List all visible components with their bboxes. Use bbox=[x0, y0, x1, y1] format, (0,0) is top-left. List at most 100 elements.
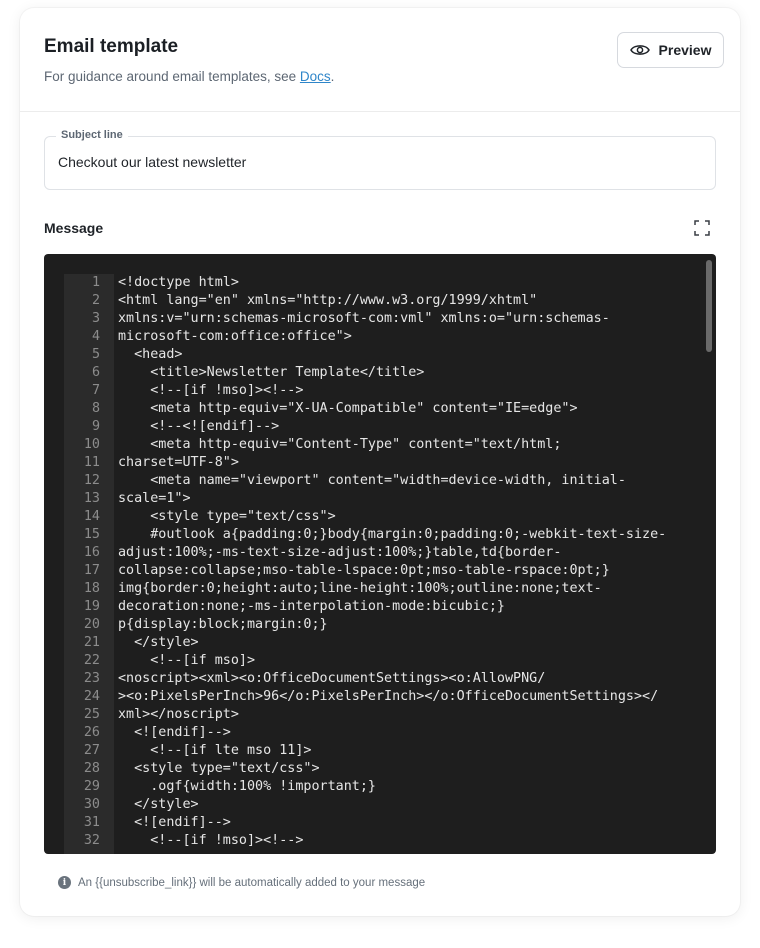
code-line: 8 <meta http-equiv="X-UA-Compatible" con… bbox=[64, 400, 692, 418]
subject-line-label: Subject line bbox=[56, 129, 128, 141]
code-text: <![endif]--> bbox=[118, 725, 231, 740]
line-number: 12 bbox=[83, 473, 100, 488]
line-number: 13 bbox=[83, 491, 100, 506]
preview-label: Preview bbox=[658, 42, 712, 58]
code-line: 3 xmlns:v="urn:schemas-microsoft-com:vml"… bbox=[64, 310, 692, 328]
eye-icon bbox=[629, 45, 650, 55]
code-line: 2 <html lang="en" xmlns="http://www.w3.or… bbox=[64, 292, 692, 310]
line-number: 5 bbox=[91, 347, 100, 362]
code-text: <!--<![endif]--> bbox=[118, 419, 280, 434]
editor-scrollbar[interactable] bbox=[706, 260, 712, 848]
code-text: #outlook a{padding:0;}body{margin:0;padd… bbox=[118, 527, 667, 542]
email-template-card: Email template For guidance around email… bbox=[20, 8, 740, 916]
code-line: 28 <style type="text/css"> bbox=[64, 760, 692, 778]
code-line: 32 <!--[if !mso]><!--> bbox=[64, 832, 692, 850]
code-area[interactable]: 1 <!doctype html> 2 <html lang="en" xmlns="… bbox=[64, 274, 692, 854]
code-line: 4 microsoft-com:office:office"> bbox=[64, 328, 692, 346]
line-number: 17 bbox=[83, 563, 100, 578]
line-number: 15 bbox=[83, 527, 100, 542]
code-line: 12 <meta name="viewport" content="width=… bbox=[64, 472, 692, 490]
expand-icon[interactable] bbox=[694, 220, 710, 236]
editor-scrollbar-thumb[interactable] bbox=[706, 260, 712, 352]
code-text: </style> bbox=[118, 797, 199, 812]
code-line: 25 xml></noscript> bbox=[64, 706, 692, 724]
code-text: adjust:100%;-ms-text-size-adjust:100%;}t… bbox=[118, 545, 562, 560]
line-number: 16 bbox=[83, 545, 100, 560]
code-text: <head> bbox=[118, 347, 183, 362]
line-number: 7 bbox=[91, 383, 100, 398]
code-text: <!--[if mso]> bbox=[118, 653, 256, 668]
code-line: 29 .ogf{width:100% !important;} bbox=[64, 778, 692, 796]
code-line: 19 decoration:none;-ms-interpolation-mode… bbox=[64, 598, 692, 616]
code-line: 22 <!--[if mso]> bbox=[64, 652, 692, 670]
code-text: </style> bbox=[118, 635, 199, 650]
line-number: 30 bbox=[83, 797, 100, 812]
line-number: 20 bbox=[83, 617, 100, 632]
line-number: 18 bbox=[83, 581, 100, 596]
code-text: charset=UTF-8"> bbox=[118, 455, 239, 470]
docs-link[interactable]: Docs bbox=[300, 69, 331, 84]
code-line: 27 <!--[if lte mso 11]> bbox=[64, 742, 692, 760]
subject-line-input[interactable] bbox=[58, 154, 698, 170]
subtitle-period: . bbox=[330, 69, 335, 84]
line-number: 28 bbox=[83, 761, 100, 776]
line-number: 1 bbox=[91, 275, 100, 290]
line-number: 9 bbox=[91, 419, 100, 434]
code-line: 24 ><o:PixelsPerInch>96</o:PixelsPerInch>… bbox=[64, 688, 692, 706]
code-line: 16 adjust:100%;-ms-text-size-adjust:100%;… bbox=[64, 544, 692, 562]
code-text: <![endif]--> bbox=[118, 815, 231, 830]
line-number: 22 bbox=[83, 653, 100, 668]
code-line: 23 <noscript><xml><o:OfficeDocumentSettin… bbox=[64, 670, 692, 688]
info-icon: i bbox=[58, 876, 71, 889]
code-text: ><o:PixelsPerInch>96</o:PixelsPerInch></… bbox=[118, 689, 659, 704]
code-line: 18 img{border:0;height:auto;line-height:1… bbox=[64, 580, 692, 598]
line-number: 25 bbox=[83, 707, 100, 722]
line-number: 21 bbox=[83, 635, 100, 650]
code-text: <style type="text/css"> bbox=[118, 509, 336, 524]
code-line: 11 charset=UTF-8"> bbox=[64, 454, 692, 472]
page-subtitle: For guidance around email templates, see… bbox=[44, 69, 334, 84]
code-line: 9 <!--<![endif]--> bbox=[64, 418, 692, 436]
code-line: 17 collapse:collapse;mso-table-lspace:0pt… bbox=[64, 562, 692, 580]
code-line: 6 <title>Newsletter Template</title> bbox=[64, 364, 692, 382]
code-text: <!--[if !mso]><!--> bbox=[118, 833, 304, 848]
code-text: .ogf{width:100% !important;} bbox=[118, 779, 376, 794]
code-text: p{display:block;margin:0;} bbox=[118, 617, 328, 632]
line-number: 8 bbox=[91, 401, 100, 416]
line-number: 14 bbox=[83, 509, 100, 524]
line-number: 6 bbox=[91, 365, 100, 380]
message-label: Message bbox=[44, 220, 104, 236]
page-title: Email template bbox=[44, 36, 179, 57]
code-line: 10 <meta http-equiv="Content-Type" conte… bbox=[64, 436, 692, 454]
code-text: <meta http-equiv="Content-Type" content=… bbox=[118, 437, 562, 452]
code-text: <style type="text/css"> bbox=[118, 761, 320, 776]
line-number: 19 bbox=[83, 599, 100, 614]
code-text: xml></noscript> bbox=[118, 707, 239, 722]
code-text: <meta http-equiv="X-UA-Compatible" conte… bbox=[118, 401, 578, 416]
code-line: 31 <![endif]--> bbox=[64, 814, 692, 832]
line-number: 27 bbox=[83, 743, 100, 758]
code-text: <!doctype html> bbox=[118, 275, 239, 290]
preview-button[interactable]: Preview bbox=[617, 32, 724, 68]
code-text: <noscript><xml><o:OfficeDocumentSettings… bbox=[118, 671, 546, 686]
code-text: <!--[if !mso]><!--> bbox=[118, 383, 304, 398]
code-line: 26 <![endif]--> bbox=[64, 724, 692, 742]
code-line: 7 <!--[if !mso]><!--> bbox=[64, 382, 692, 400]
code-text: xmlns:v="urn:schemas-microsoft-com:vml" … bbox=[118, 311, 610, 326]
line-number: 4 bbox=[91, 329, 100, 344]
code-text: img{border:0;height:auto;line-height:100… bbox=[118, 581, 602, 596]
code-line: 14 <style type="text/css"> bbox=[64, 508, 692, 526]
line-number: 29 bbox=[83, 779, 100, 794]
code-editor[interactable]: 1 <!doctype html> 2 <html lang="en" xmlns="… bbox=[44, 254, 716, 854]
code-text: microsoft-com:office:office"> bbox=[118, 329, 352, 344]
code-text: <html lang="en" xmlns="http://www.w3.org… bbox=[118, 293, 538, 308]
line-number: 32 bbox=[83, 833, 100, 848]
code-text: <!--[if lte mso 11]> bbox=[118, 743, 312, 758]
code-line: 20 p{display:block;margin:0;} bbox=[64, 616, 692, 634]
line-number: 10 bbox=[83, 437, 100, 452]
line-number: 23 bbox=[83, 671, 100, 686]
code-text: <meta name="viewport" content="width=dev… bbox=[118, 473, 626, 488]
code-line: 5 <head> bbox=[64, 346, 692, 364]
code-text: scale=1"> bbox=[118, 491, 191, 506]
line-number: 3 bbox=[91, 311, 100, 326]
